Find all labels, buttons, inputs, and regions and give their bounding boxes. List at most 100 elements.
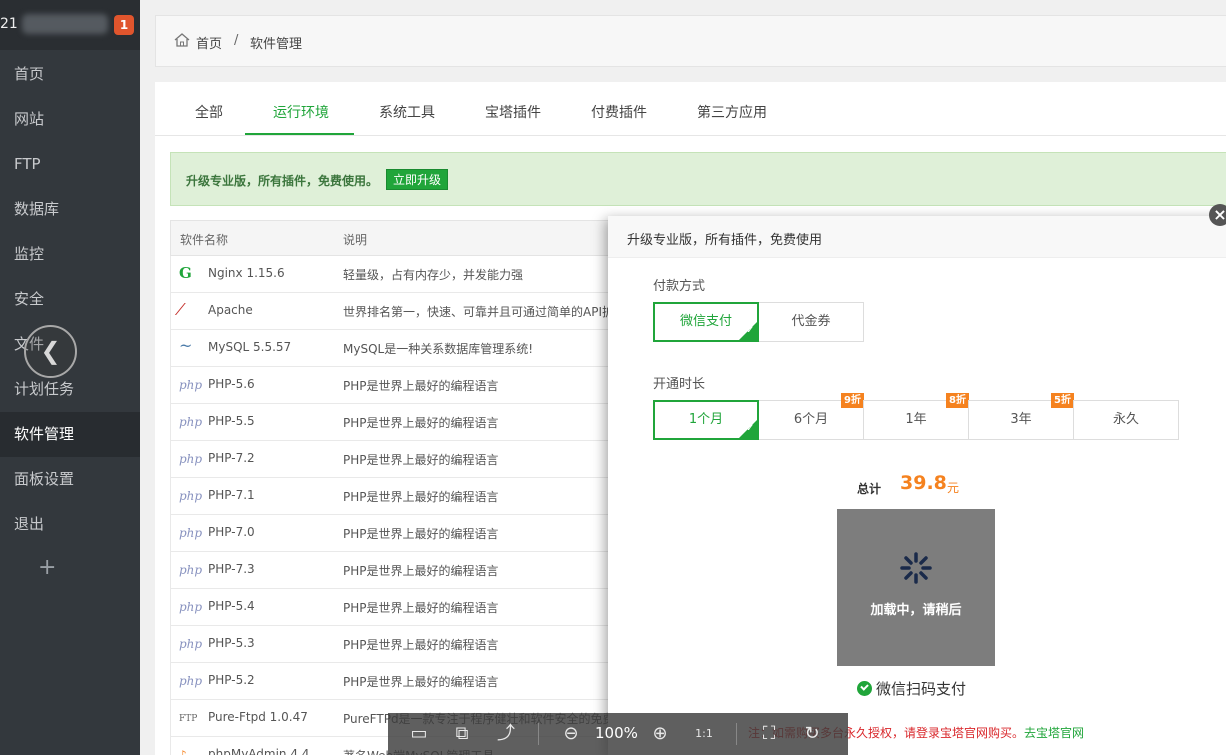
duration-forever-label: 永久 <box>1112 412 1139 427</box>
qr-code-placeholder: 加载中，请稍后 <box>837 509 995 666</box>
software-description: PHP是世界上最好的编程语言 <box>343 416 499 430</box>
voucher-label: 代金券 <box>791 314 831 329</box>
tab-third-party[interactable]: 第三方应用 <box>697 102 767 122</box>
active-tab-indicator <box>245 133 354 135</box>
breadcrumb-current: 软件管理 <box>250 37 303 52</box>
duration-1-month-label: 1个月 <box>688 412 724 427</box>
actual-size-icon[interactable]: 1:1 <box>693 723 715 745</box>
tab-paid-plugins[interactable]: 付费插件 <box>591 102 647 122</box>
tab-runtime[interactable]: 运行环境 <box>273 102 329 122</box>
upgrade-now-button[interactable]: 立即升级 <box>386 169 449 190</box>
software-icon: ~ <box>179 336 193 355</box>
software-name: PHP-7.2 <box>208 451 255 465</box>
software-description: PHP是世界上最好的编程语言 <box>343 675 499 689</box>
software-name: PHP-7.0 <box>208 525 255 539</box>
software-description: PHP是世界上最好的编程语言 <box>343 638 499 652</box>
rotate-icon[interactable]: ↻ <box>801 723 823 745</box>
sidebar-item-home[interactable]: 首页 <box>0 52 140 97</box>
software-icon: php <box>179 637 203 651</box>
sidebar-item-security[interactable]: 安全 <box>0 277 140 322</box>
tab-bt-plugins[interactable]: 宝塔插件 <box>485 102 541 122</box>
wechat-icon <box>857 681 872 696</box>
software-icon: FTP <box>179 714 198 724</box>
wechat-pay-option[interactable]: 微信支付 <box>653 302 759 342</box>
duration-6-months-label: 6个月 <box>793 412 829 427</box>
software-name: PHP-5.2 <box>208 673 255 687</box>
fit-screen-icon[interactable]: ⛶ <box>758 723 780 745</box>
duration-3-years[interactable]: 3年 5折 <box>968 393 1074 440</box>
software-icon: ⁄ <box>179 300 182 319</box>
discount-badge: 5折 <box>1051 393 1074 408</box>
breadcrumb-separator: / <box>234 33 239 48</box>
duration-1-year[interactable]: 1年 8折 <box>863 393 969 440</box>
discount-badge: 8折 <box>946 393 969 408</box>
duration-1-year-label: 1年 <box>905 412 927 427</box>
sidebar-item-monitor[interactable]: 监控 <box>0 232 140 277</box>
software-description: PHP是世界上最好的编程语言 <box>343 379 499 393</box>
viewer-prev-icon[interactable]: ❮ <box>24 325 77 378</box>
software-name: Nginx 1.15.6 <box>208 266 285 280</box>
software-icon: php <box>179 452 203 466</box>
software-icon: php <box>179 674 203 688</box>
upgrade-alert: 升级专业版，所有插件，免费使用。 立即升级 <box>170 152 1226 206</box>
software-name: PHP-5.4 <box>208 599 255 613</box>
duration-1-month[interactable]: 1个月 <box>653 400 759 440</box>
upgrade-alert-text: 升级专业版，所有插件，免费使用。 <box>186 174 379 188</box>
voucher-option[interactable]: 代金券 <box>758 302 864 342</box>
open-external-icon[interactable]: ⧉ <box>451 723 473 745</box>
redacted-ip <box>22 14 108 34</box>
software-name: Apache <box>208 303 253 317</box>
modal-header: 升级专业版，所有插件，免费使用 <box>608 216 1226 258</box>
toolbar-divider <box>736 723 737 745</box>
duration-forever[interactable]: 永久 <box>1073 400 1179 440</box>
total-unit: 元 <box>947 481 960 495</box>
payment-method-label: 付款方式 <box>653 279 706 294</box>
software-name: PHP-5.5 <box>208 414 255 428</box>
sidebar-item-software[interactable]: 软件管理 <box>0 412 140 457</box>
image-viewer-toolbar: ▭ ⧉ ⤴ ⊖ 100% ⊕ 1:1 ⛶ ↻ <box>388 713 848 755</box>
software-description: PHP是世界上最好的编程语言 <box>343 564 499 578</box>
software-name: PHP-7.3 <box>208 562 255 576</box>
software-description: PHP是世界上最好的编程语言 <box>343 527 499 541</box>
duration-6-months[interactable]: 6个月 9折 <box>758 393 864 440</box>
sidebar-item-ftp[interactable]: FTP <box>0 142 140 187</box>
duration-3-years-label: 3年 <box>1010 412 1032 427</box>
sidebar-item-website[interactable]: 网站 <box>0 97 140 142</box>
software-icon: G <box>179 264 192 282</box>
notification-badge[interactable]: 1 <box>114 15 134 35</box>
tab-all[interactable]: 全部 <box>195 102 223 122</box>
software-description: MySQL是一种关系数据库管理系统! <box>343 342 534 356</box>
category-tabs: 全部 运行环境 系统工具 宝塔插件 付费插件 第三方应用 <box>155 82 1226 136</box>
selected-check-icon <box>738 419 758 439</box>
home-icon <box>174 33 190 47</box>
duration-label: 开通时长 <box>653 377 706 392</box>
zoom-level: 100% <box>595 724 638 742</box>
upgrade-modal: 升级专业版，所有插件，免费使用 付款方式 微信支付 代金券 开通时长 1个月 6… <box>608 216 1226 755</box>
software-icon: php <box>179 415 203 429</box>
bt-official-link[interactable]: 去宝塔官网 <box>1024 726 1084 740</box>
server-ip: 21 <box>0 16 18 32</box>
sidebar-item-logout[interactable]: 退出 <box>0 502 140 547</box>
loading-spinner-icon <box>900 552 932 584</box>
breadcrumb: 首页 / 软件管理 <box>155 15 1226 67</box>
wechat-pay-label: 微信支付 <box>679 314 732 329</box>
modal-title: 升级专业版，所有插件，免费使用 <box>627 233 823 248</box>
software-description: 世界排名第一，快速、可靠并且可通过简单的API扩 <box>343 305 613 319</box>
save-icon[interactable]: ▭ <box>408 723 430 745</box>
software-icon: php <box>179 563 203 577</box>
modal-close-button[interactable]: × <box>1209 204 1226 226</box>
zoom-out-icon[interactable]: ⊖ <box>560 723 582 745</box>
sidebar-item-settings[interactable]: 面板设置 <box>0 457 140 502</box>
software-description: PHP是世界上最好的编程语言 <box>343 453 499 467</box>
breadcrumb-home[interactable]: 首页 <box>196 33 222 52</box>
add-icon[interactable]: + <box>38 555 56 580</box>
software-icon: php <box>179 526 203 540</box>
total-label: 总计 <box>857 482 882 496</box>
sidebar-item-cron[interactable]: 计划任务 <box>0 367 140 412</box>
server-header: 21 1 <box>0 0 140 50</box>
zoom-in-icon[interactable]: ⊕ <box>649 723 671 745</box>
sidebar-item-database[interactable]: 数据库 <box>0 187 140 232</box>
sidebar: 21 1 首页 网站 FTP 数据库 监控 安全 文件 计划任务 软件管理 面板… <box>0 0 140 755</box>
tab-system-tools[interactable]: 系统工具 <box>379 102 435 122</box>
share-icon[interactable]: ⤴ <box>495 723 517 745</box>
